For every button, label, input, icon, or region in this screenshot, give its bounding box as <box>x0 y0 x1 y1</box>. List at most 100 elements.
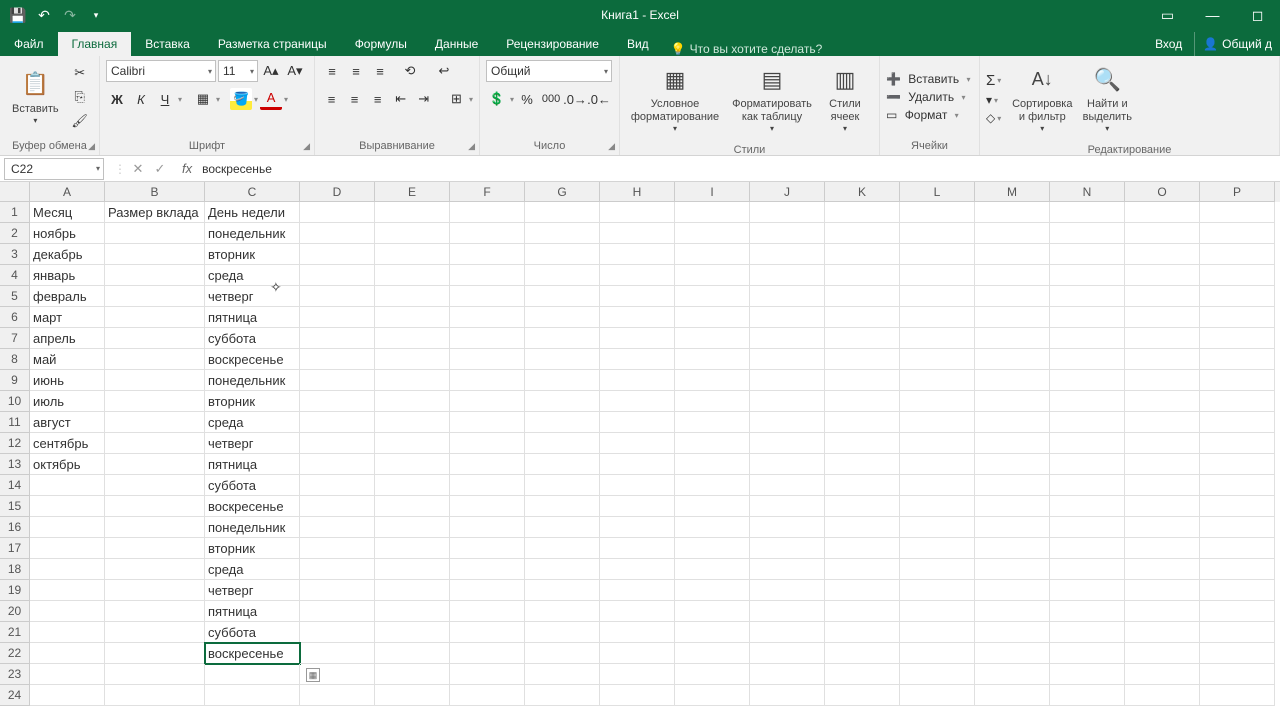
cell-P13[interactable] <box>1200 454 1275 475</box>
cell-D3[interactable] <box>300 244 375 265</box>
col-header-A[interactable]: A <box>30 182 105 202</box>
cell-H13[interactable] <box>600 454 675 475</box>
cell-J2[interactable] <box>750 223 825 244</box>
font-name-combo[interactable]: Calibri▾ <box>106 60 216 82</box>
cell-K16[interactable] <box>825 517 900 538</box>
cell-N12[interactable] <box>1050 433 1125 454</box>
cell-O13[interactable] <box>1125 454 1200 475</box>
cell-M8[interactable] <box>975 349 1050 370</box>
dialog-launcher-icon[interactable]: ◢ <box>88 141 95 152</box>
orientation-icon[interactable]: ⟲ <box>399 60 421 82</box>
cell-styles-button[interactable]: ▥ Стили ячеек▾ <box>820 60 870 138</box>
cell-B15[interactable] <box>105 496 205 517</box>
cell-E3[interactable] <box>375 244 450 265</box>
cell-H6[interactable] <box>600 307 675 328</box>
cell-A16[interactable] <box>30 517 105 538</box>
maximize-icon[interactable]: ◻ <box>1235 0 1280 30</box>
cell-J24[interactable] <box>750 685 825 706</box>
cell-G2[interactable] <box>525 223 600 244</box>
cell-I22[interactable] <box>675 643 750 664</box>
cell-O9[interactable] <box>1125 370 1200 391</box>
cell-K12[interactable] <box>825 433 900 454</box>
cell-I7[interactable] <box>675 328 750 349</box>
cell-D9[interactable] <box>300 370 375 391</box>
cell-K10[interactable] <box>825 391 900 412</box>
cell-O15[interactable] <box>1125 496 1200 517</box>
align-bottom-icon[interactable]: ≡ <box>369 60 391 82</box>
cell-J4[interactable] <box>750 265 825 286</box>
row-header-23[interactable]: 23 <box>0 664 30 685</box>
row-header-7[interactable]: 7 <box>0 328 30 349</box>
cell-E14[interactable] <box>375 475 450 496</box>
cell-P10[interactable] <box>1200 391 1275 412</box>
tell-me-search[interactable]: 💡 Что вы хотите сделать? <box>663 42 831 56</box>
cell-D22[interactable] <box>300 643 375 664</box>
cell-H5[interactable] <box>600 286 675 307</box>
cell-J1[interactable] <box>750 202 825 223</box>
cell-B16[interactable] <box>105 517 205 538</box>
select-all-triangle[interactable] <box>0 182 30 202</box>
cell-P6[interactable] <box>1200 307 1275 328</box>
cell-L18[interactable] <box>900 559 975 580</box>
cell-L7[interactable] <box>900 328 975 349</box>
cell-A20[interactable] <box>30 601 105 622</box>
cell-K3[interactable] <box>825 244 900 265</box>
cell-O1[interactable] <box>1125 202 1200 223</box>
cell-C3[interactable]: вторник <box>205 244 300 265</box>
cell-B19[interactable] <box>105 580 205 601</box>
col-header-M[interactable]: M <box>975 182 1050 202</box>
cell-E11[interactable] <box>375 412 450 433</box>
cell-D16[interactable] <box>300 517 375 538</box>
cell-P20[interactable] <box>1200 601 1275 622</box>
cell-O16[interactable] <box>1125 517 1200 538</box>
cell-D4[interactable] <box>300 265 375 286</box>
cell-F24[interactable] <box>450 685 525 706</box>
cell-O8[interactable] <box>1125 349 1200 370</box>
cell-K13[interactable] <box>825 454 900 475</box>
cell-P12[interactable] <box>1200 433 1275 454</box>
cell-G3[interactable] <box>525 244 600 265</box>
cell-L24[interactable] <box>900 685 975 706</box>
cell-I2[interactable] <box>675 223 750 244</box>
tab-formulas[interactable]: Формулы <box>341 32 421 56</box>
cell-D20[interactable] <box>300 601 375 622</box>
cell-P19[interactable] <box>1200 580 1275 601</box>
cell-E13[interactable] <box>375 454 450 475</box>
align-center-icon[interactable]: ≡ <box>344 88 365 110</box>
decrease-indent-icon[interactable]: ⇤ <box>390 88 411 110</box>
cell-N21[interactable] <box>1050 622 1125 643</box>
cell-B1[interactable]: Размер вклада <box>105 202 205 223</box>
row-header-12[interactable]: 12 <box>0 433 30 454</box>
cell-I10[interactable] <box>675 391 750 412</box>
cell-A17[interactable] <box>30 538 105 559</box>
cell-B3[interactable] <box>105 244 205 265</box>
cell-C21[interactable]: суббота <box>205 622 300 643</box>
cell-E8[interactable] <box>375 349 450 370</box>
cell-K18[interactable] <box>825 559 900 580</box>
cell-N13[interactable] <box>1050 454 1125 475</box>
cell-D19[interactable] <box>300 580 375 601</box>
tab-home[interactable]: Главная <box>58 32 132 56</box>
cell-O20[interactable] <box>1125 601 1200 622</box>
cell-M16[interactable] <box>975 517 1050 538</box>
cell-M13[interactable] <box>975 454 1050 475</box>
cell-D2[interactable] <box>300 223 375 244</box>
comma-format-icon[interactable]: 000 <box>540 88 562 110</box>
cell-J11[interactable] <box>750 412 825 433</box>
cell-L17[interactable] <box>900 538 975 559</box>
cell-J12[interactable] <box>750 433 825 454</box>
cell-H11[interactable] <box>600 412 675 433</box>
cell-B5[interactable] <box>105 286 205 307</box>
cell-F13[interactable] <box>450 454 525 475</box>
cell-O10[interactable] <box>1125 391 1200 412</box>
cell-L19[interactable] <box>900 580 975 601</box>
cell-F14[interactable] <box>450 475 525 496</box>
cell-G8[interactable] <box>525 349 600 370</box>
cell-A5[interactable]: февраль <box>30 286 105 307</box>
row-header-8[interactable]: 8 <box>0 349 30 370</box>
align-middle-icon[interactable]: ≡ <box>345 60 367 82</box>
find-select-button[interactable]: 🔍 Найти и выделить▾ <box>1077 60 1137 138</box>
cell-J10[interactable] <box>750 391 825 412</box>
cell-E7[interactable] <box>375 328 450 349</box>
cell-E1[interactable] <box>375 202 450 223</box>
